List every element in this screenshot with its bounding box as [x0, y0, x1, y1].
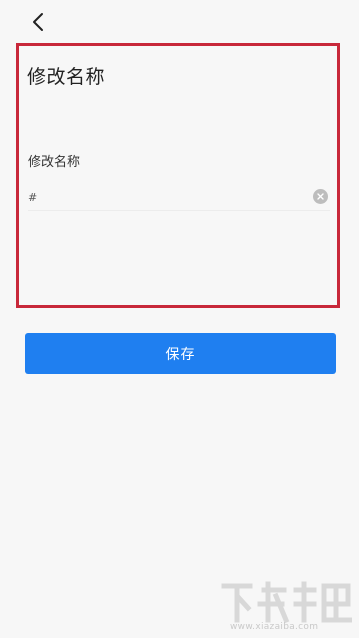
input-underline	[28, 210, 330, 211]
watermark: www.xiazaiba.com	[214, 578, 354, 634]
save-button[interactable]: 保存	[25, 333, 336, 374]
chevron-left-icon	[33, 13, 43, 31]
watermark-site: www.xiazaiba.com	[230, 622, 319, 632]
clear-input-button[interactable]	[313, 189, 328, 204]
rename-screen: 修改名称 修改名称 保存	[0, 0, 359, 638]
name-input[interactable]	[28, 186, 298, 208]
clear-icon	[317, 193, 324, 200]
back-button[interactable]	[24, 8, 52, 36]
name-field-label: 修改名称	[28, 155, 81, 170]
watermark-logo-icon	[221, 581, 352, 624]
page-title: 修改名称	[27, 66, 106, 88]
